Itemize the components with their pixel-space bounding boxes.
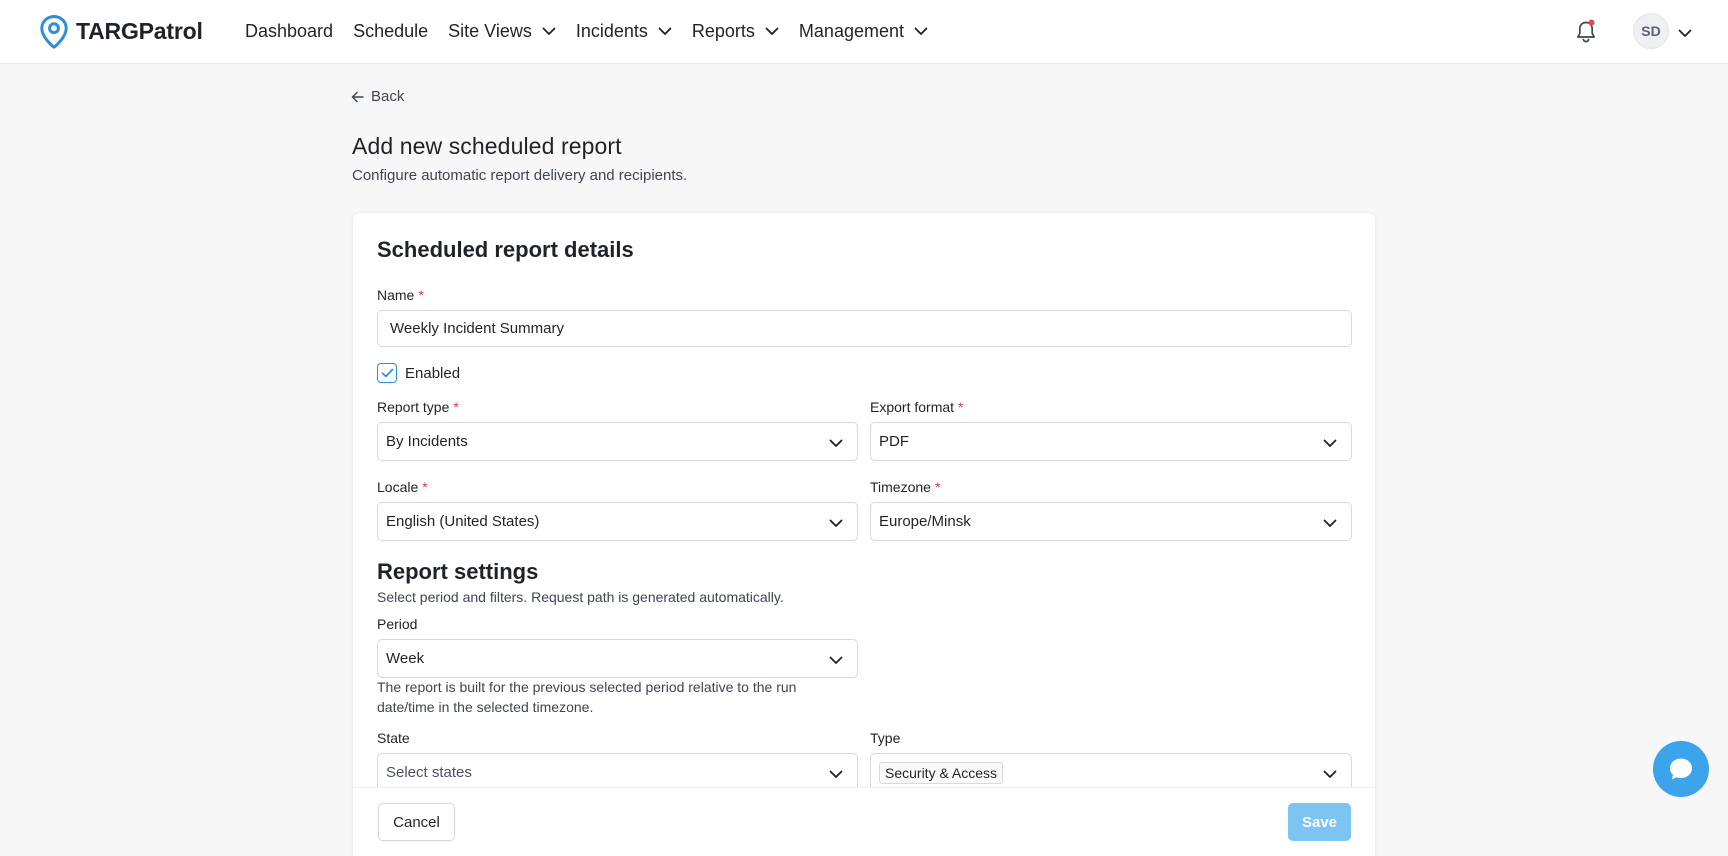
select-value: Week — [386, 650, 425, 667]
bell-icon — [1576, 19, 1596, 43]
required-mark: * — [934, 479, 941, 495]
required-mark: * — [418, 287, 424, 303]
timezone-label: Timezone * — [870, 479, 940, 495]
chevron-down-icon — [829, 652, 843, 669]
label-text: Name — [377, 287, 415, 303]
period-helper-text: The report is built for the previous sel… — [377, 677, 867, 717]
period-label: Period — [377, 616, 418, 632]
arrow-left-icon — [351, 91, 364, 102]
required-mark: * — [453, 399, 459, 415]
nav-reports[interactable]: Reports — [692, 21, 779, 42]
settings-subtitle: Select period and filters. Request path … — [377, 589, 784, 605]
nav-label: Incidents — [575, 21, 648, 41]
main-nav: Dashboard Schedule Site Views Incidents … — [245, 21, 948, 42]
enabled-label[interactable]: Enabled — [405, 365, 460, 382]
required-mark: * — [422, 479, 428, 495]
required-mark: * — [958, 399, 964, 415]
chevron-down-icon — [658, 27, 672, 36]
chevron-down-icon — [542, 27, 556, 36]
cancel-button[interactable]: Cancel — [378, 803, 455, 841]
nav-label: Management — [798, 21, 904, 41]
report-type-label: Report type * — [377, 399, 459, 415]
chat-bubble-icon — [1670, 758, 1692, 780]
form-footer-actions: Cancel Save — [353, 787, 1375, 856]
period-select[interactable]: Week — [377, 639, 858, 678]
chevron-down-icon — [829, 766, 843, 783]
nav-dashboard[interactable]: Dashboard — [245, 21, 333, 42]
nav-site-views[interactable]: Site Views — [448, 21, 556, 42]
state-label: State — [377, 730, 410, 746]
chevron-down-icon — [1323, 766, 1337, 783]
locale-select[interactable]: English (United States) — [377, 502, 858, 541]
export-format-label: Export format * — [870, 399, 963, 415]
name-field-label: Name * — [377, 287, 424, 303]
report-type-select[interactable]: By Incidents — [377, 422, 858, 461]
page-title: Add new scheduled report — [352, 133, 622, 159]
name-input-value: Weekly Incident Summary — [390, 320, 564, 337]
check-icon — [381, 368, 393, 378]
app-logo[interactable]: TARGPatrol — [40, 14, 245, 49]
back-label: Back — [371, 88, 405, 105]
select-value: By Incidents — [386, 433, 468, 450]
chevron-down-icon — [829, 435, 843, 452]
label-text: Locale — [377, 479, 419, 495]
locale-label: Locale * — [377, 479, 428, 495]
chevron-down-icon — [1323, 435, 1337, 452]
nav-management[interactable]: Management — [799, 21, 928, 42]
page-subtitle: Configure automatic report delivery and … — [352, 167, 688, 184]
nav-label: Site Views — [448, 21, 532, 41]
save-button-label: Save — [1301, 813, 1338, 831]
chevron-down-icon — [914, 27, 928, 36]
location-pin-logo-icon — [40, 14, 68, 48]
top-navigation-bar: TARGPatrol Dashboard Schedule Site Views… — [0, 0, 1728, 64]
settings-section-title: Report settings — [377, 559, 539, 584]
export-format-select[interactable]: PDF — [870, 422, 1352, 461]
nav-label: Dashboard — [245, 21, 334, 41]
user-initials: SD — [1641, 23, 1661, 39]
name-input[interactable]: Weekly Incident Summary — [377, 310, 1352, 347]
select-value: English (United States) — [386, 513, 540, 530]
select-value: Europe/Minsk — [879, 513, 971, 530]
back-link[interactable]: Back — [351, 88, 404, 105]
label-text: Export format — [870, 399, 955, 415]
helper-line: The report is built for the previous sel… — [377, 679, 797, 695]
chevron-down-icon[interactable] — [1678, 25, 1692, 43]
scheduled-report-form-card: Scheduled report details Name * Weekly In… — [352, 212, 1376, 856]
app-name: TARGPatrol — [76, 18, 203, 44]
select-value: PDF — [879, 433, 909, 450]
nav-schedule[interactable]: Schedule — [353, 21, 428, 42]
helper-line: date/time in the selected timezone. — [377, 699, 594, 715]
chevron-down-icon — [829, 515, 843, 532]
type-selected-chip[interactable]: Security & Access — [879, 761, 1004, 784]
chevron-down-icon — [1323, 515, 1337, 532]
nav-label: Schedule — [353, 21, 429, 41]
user-avatar[interactable]: SD — [1633, 13, 1669, 49]
details-section-title: Scheduled report details — [377, 237, 634, 262]
nav-label: Reports — [691, 21, 755, 41]
chevron-down-icon — [765, 27, 779, 36]
label-text: Report type — [377, 399, 450, 415]
notifications-button[interactable] — [1575, 19, 1597, 45]
enabled-checkbox[interactable] — [377, 363, 397, 383]
nav-incidents[interactable]: Incidents — [576, 21, 672, 42]
save-button[interactable]: Save — [1288, 803, 1351, 841]
chat-support-button[interactable] — [1653, 741, 1709, 797]
label-text: Timezone — [870, 479, 931, 495]
type-label: Type — [870, 730, 901, 746]
cancel-button-label: Cancel — [393, 813, 440, 831]
select-placeholder: Select states — [386, 764, 472, 781]
timezone-select[interactable]: Europe/Minsk — [870, 502, 1352, 541]
